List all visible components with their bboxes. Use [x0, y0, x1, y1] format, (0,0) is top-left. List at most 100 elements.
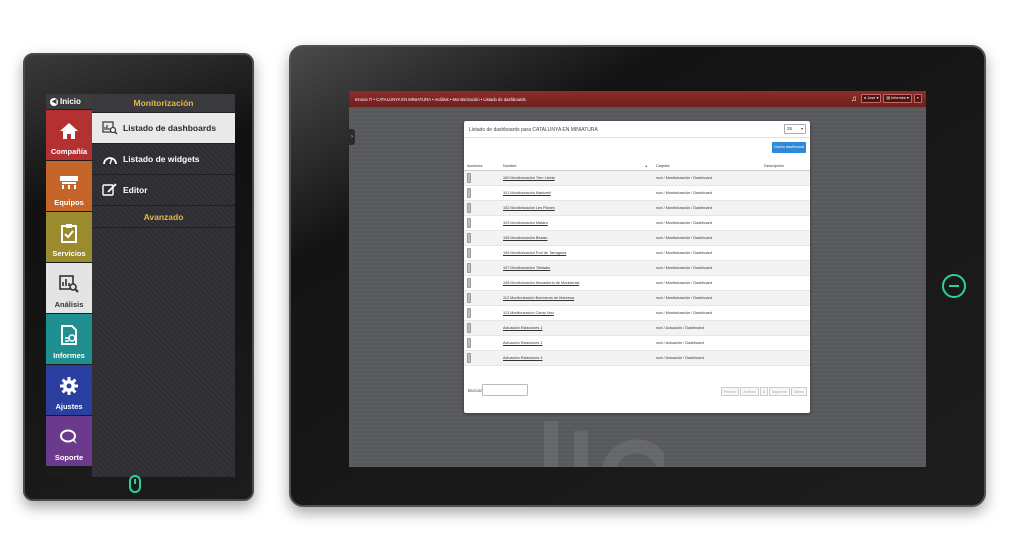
submenu-item-widgets[interactable]: Listado de widgets: [92, 144, 235, 175]
home-link[interactable]: ◀ Inicio: [46, 94, 92, 109]
sidebar-toggle[interactable]: ›: [349, 129, 355, 145]
pager-button[interactable]: Primero: [720, 387, 740, 396]
pager-button[interactable]: Anterior: [740, 387, 759, 396]
row-folder-cell: root / Monitorización / Dashboard: [656, 311, 712, 315]
table-row[interactable]: Actuación Estaciones 1 root / Actuación /…: [464, 321, 810, 336]
dashboard-link[interactable]: 102 Monitorización Les Planes: [503, 206, 555, 210]
home-link-label: Inicio: [60, 97, 81, 106]
table-row[interactable]: 102 Monitorización Les Planes root / Moni…: [464, 201, 810, 216]
table-row[interactable]: 100 Monitorización Tren Lleida root / Mon…: [464, 171, 810, 186]
rail-item-servicios[interactable]: Servicios: [46, 212, 92, 262]
rail-item-analisis[interactable]: Análisis: [46, 263, 92, 313]
row-name-cell: 106 Monitorización Port de Tarragona: [500, 251, 653, 255]
row-actions-button[interactable]: [467, 352, 471, 363]
dashboard-link[interactable]: Actuación Estaciones 3: [503, 356, 542, 360]
dashboard-link[interactable]: Actuación Estaciones 2: [503, 341, 542, 345]
page-size-value: 25: [787, 126, 793, 131]
row-actions-button[interactable]: [467, 172, 471, 183]
bell-icon[interactable]: ♫: [851, 94, 857, 103]
table-row[interactable]: 105 Monitorización Besalu root / Monitori…: [464, 231, 810, 246]
dashboard-link[interactable]: 103 Monitorización Mataro: [503, 221, 548, 225]
chart-search-icon: [59, 274, 79, 294]
row-actions: [464, 217, 500, 229]
dashboard-link[interactable]: 108 Monitorización Monasterio de Montser…: [503, 281, 579, 285]
row-folder-cell: root / Actuación / Dashboard: [656, 356, 704, 360]
row-actions-button[interactable]: [467, 307, 471, 318]
rail-item-compania[interactable]: Compañía: [46, 110, 92, 160]
column-header-name-label: Nombre: [503, 164, 517, 168]
page-size-select[interactable]: 25 ▾: [784, 124, 806, 134]
row-name-cell: Actuación Estaciones 3: [500, 356, 653, 360]
dashboard-link[interactable]: 107 Monitorización Tibidabo: [503, 266, 550, 270]
rail-item-label: Análisis: [54, 300, 84, 309]
row-actions: [464, 247, 500, 259]
row-name-cell: 103 Monitorización Mataro: [500, 221, 653, 225]
search-input[interactable]: [482, 384, 528, 396]
column-header-folder[interactable]: Carpeta: [653, 164, 761, 168]
column-header-description[interactable]: Descripción: [761, 164, 810, 168]
row-actions-button[interactable]: [467, 217, 471, 228]
table-row[interactable]: 113 Monitorización Camp Nou root / Monito…: [464, 306, 810, 321]
reports-menu-label: Informes: [891, 96, 906, 100]
reports-menu-button[interactable]: ▤ Informes ▾: [883, 94, 912, 103]
row-actions-button[interactable]: [467, 247, 471, 258]
dashboard-link[interactable]: 113 Monitorización Camp Nou: [503, 311, 554, 315]
dashboard-link[interactable]: 101 Monitorización Martorell: [503, 191, 551, 195]
small-tablet-screen: ◀ Inicio Compañía Equipos Servicios Análisi…: [46, 94, 235, 477]
pager-button[interactable]: 1: [759, 387, 768, 396]
pager-button[interactable]: Último: [790, 387, 807, 396]
clipboard-check-icon: [59, 223, 79, 243]
menu-toggle-button[interactable]: ≡: [913, 94, 922, 103]
row-actions: [464, 322, 500, 334]
table-row[interactable]: Actuación Estaciones 3 root / Actuación /…: [464, 351, 810, 366]
row-name-cell: 113 Monitorización Camp Nou: [500, 311, 653, 315]
rail-item-label: Servicios: [52, 249, 86, 258]
submenu-item-editor[interactable]: Editor: [92, 175, 235, 206]
breadcrumb[interactable]: Innova IT • CATALUNYA EN MINIATURA • Aná…: [355, 97, 526, 102]
table-row[interactable]: 106 Monitorización Port de Tarragona root…: [464, 246, 810, 261]
row-actions-button[interactable]: [467, 262, 471, 273]
dashboard-link[interactable]: 112 Monitorización Bomberos de Manresa: [503, 296, 574, 300]
gear-icon: [59, 376, 79, 396]
table-row[interactable]: 108 Monitorización Monasterio de Montser…: [464, 276, 810, 291]
row-name-cell: 107 Monitorización Tibidabo: [500, 266, 653, 270]
small-tablet-home-button[interactable]: [129, 475, 141, 493]
table-row[interactable]: 103 Monitorización Mataro root / Monitori…: [464, 216, 810, 231]
row-actions-button[interactable]: [467, 292, 471, 303]
rail-item-informes[interactable]: Informes: [46, 314, 92, 364]
submenu-item-dashboards[interactable]: Listado de dashboards: [92, 113, 235, 144]
chevron-right-icon: ›: [351, 134, 353, 140]
dashboard-link[interactable]: 105 Monitorización Besalu: [503, 236, 548, 240]
table-row[interactable]: 107 Monitorización Tibidabo root / Monito…: [464, 261, 810, 276]
row-actions-button[interactable]: [467, 322, 471, 333]
row-actions-button[interactable]: [467, 187, 471, 198]
row-folder-cell: root / Monitorización / Dashboard: [656, 206, 712, 210]
column-header-name[interactable]: Nombre ▲: [500, 164, 653, 168]
rail-item-equipos[interactable]: Equipos: [46, 161, 92, 211]
table-row[interactable]: 112 Monitorización Bomberos de Manresa ro…: [464, 291, 810, 306]
dashboard-link[interactable]: 106 Monitorización Port de Tarragona: [503, 251, 566, 255]
user-menu-button[interactable]: ● Jose ▾: [861, 94, 882, 103]
submenu-section-title-advanced[interactable]: Avanzado: [92, 206, 235, 228]
rail-item-label: Compañía: [50, 147, 88, 156]
large-tablet-home-button[interactable]: [942, 274, 966, 298]
dashboard-link[interactable]: Actuación Estaciones 1: [503, 326, 542, 330]
row-actions-button[interactable]: [467, 232, 471, 243]
new-dashboard-button[interactable]: Nuevo dashboard: [772, 142, 806, 153]
row-name-cell: 112 Monitorización Bomberos de Manresa: [500, 296, 653, 300]
search-label: Buscar: [468, 388, 483, 393]
table-row[interactable]: Actuación Estaciones 2 root / Actuación /…: [464, 336, 810, 351]
pager-button[interactable]: Siguiente: [768, 387, 790, 396]
row-actions: [464, 187, 500, 199]
row-actions-button[interactable]: [467, 277, 471, 288]
dashboard-link[interactable]: 100 Monitorización Tren Lleida: [503, 176, 555, 180]
report-icon: [59, 325, 79, 345]
row-actions: [464, 232, 500, 244]
row-actions-button[interactable]: [467, 337, 471, 348]
rail-item-ajustes[interactable]: Ajustes: [46, 365, 92, 415]
row-actions-button[interactable]: [467, 202, 471, 213]
rail-item-soporte[interactable]: Soporte: [46, 416, 92, 466]
table-row[interactable]: 101 Monitorización Martorell root / Monit…: [464, 186, 810, 201]
table-header: Acciones Nombre ▲ Carpeta Descripción: [464, 162, 810, 171]
gauge-icon: [102, 152, 118, 166]
